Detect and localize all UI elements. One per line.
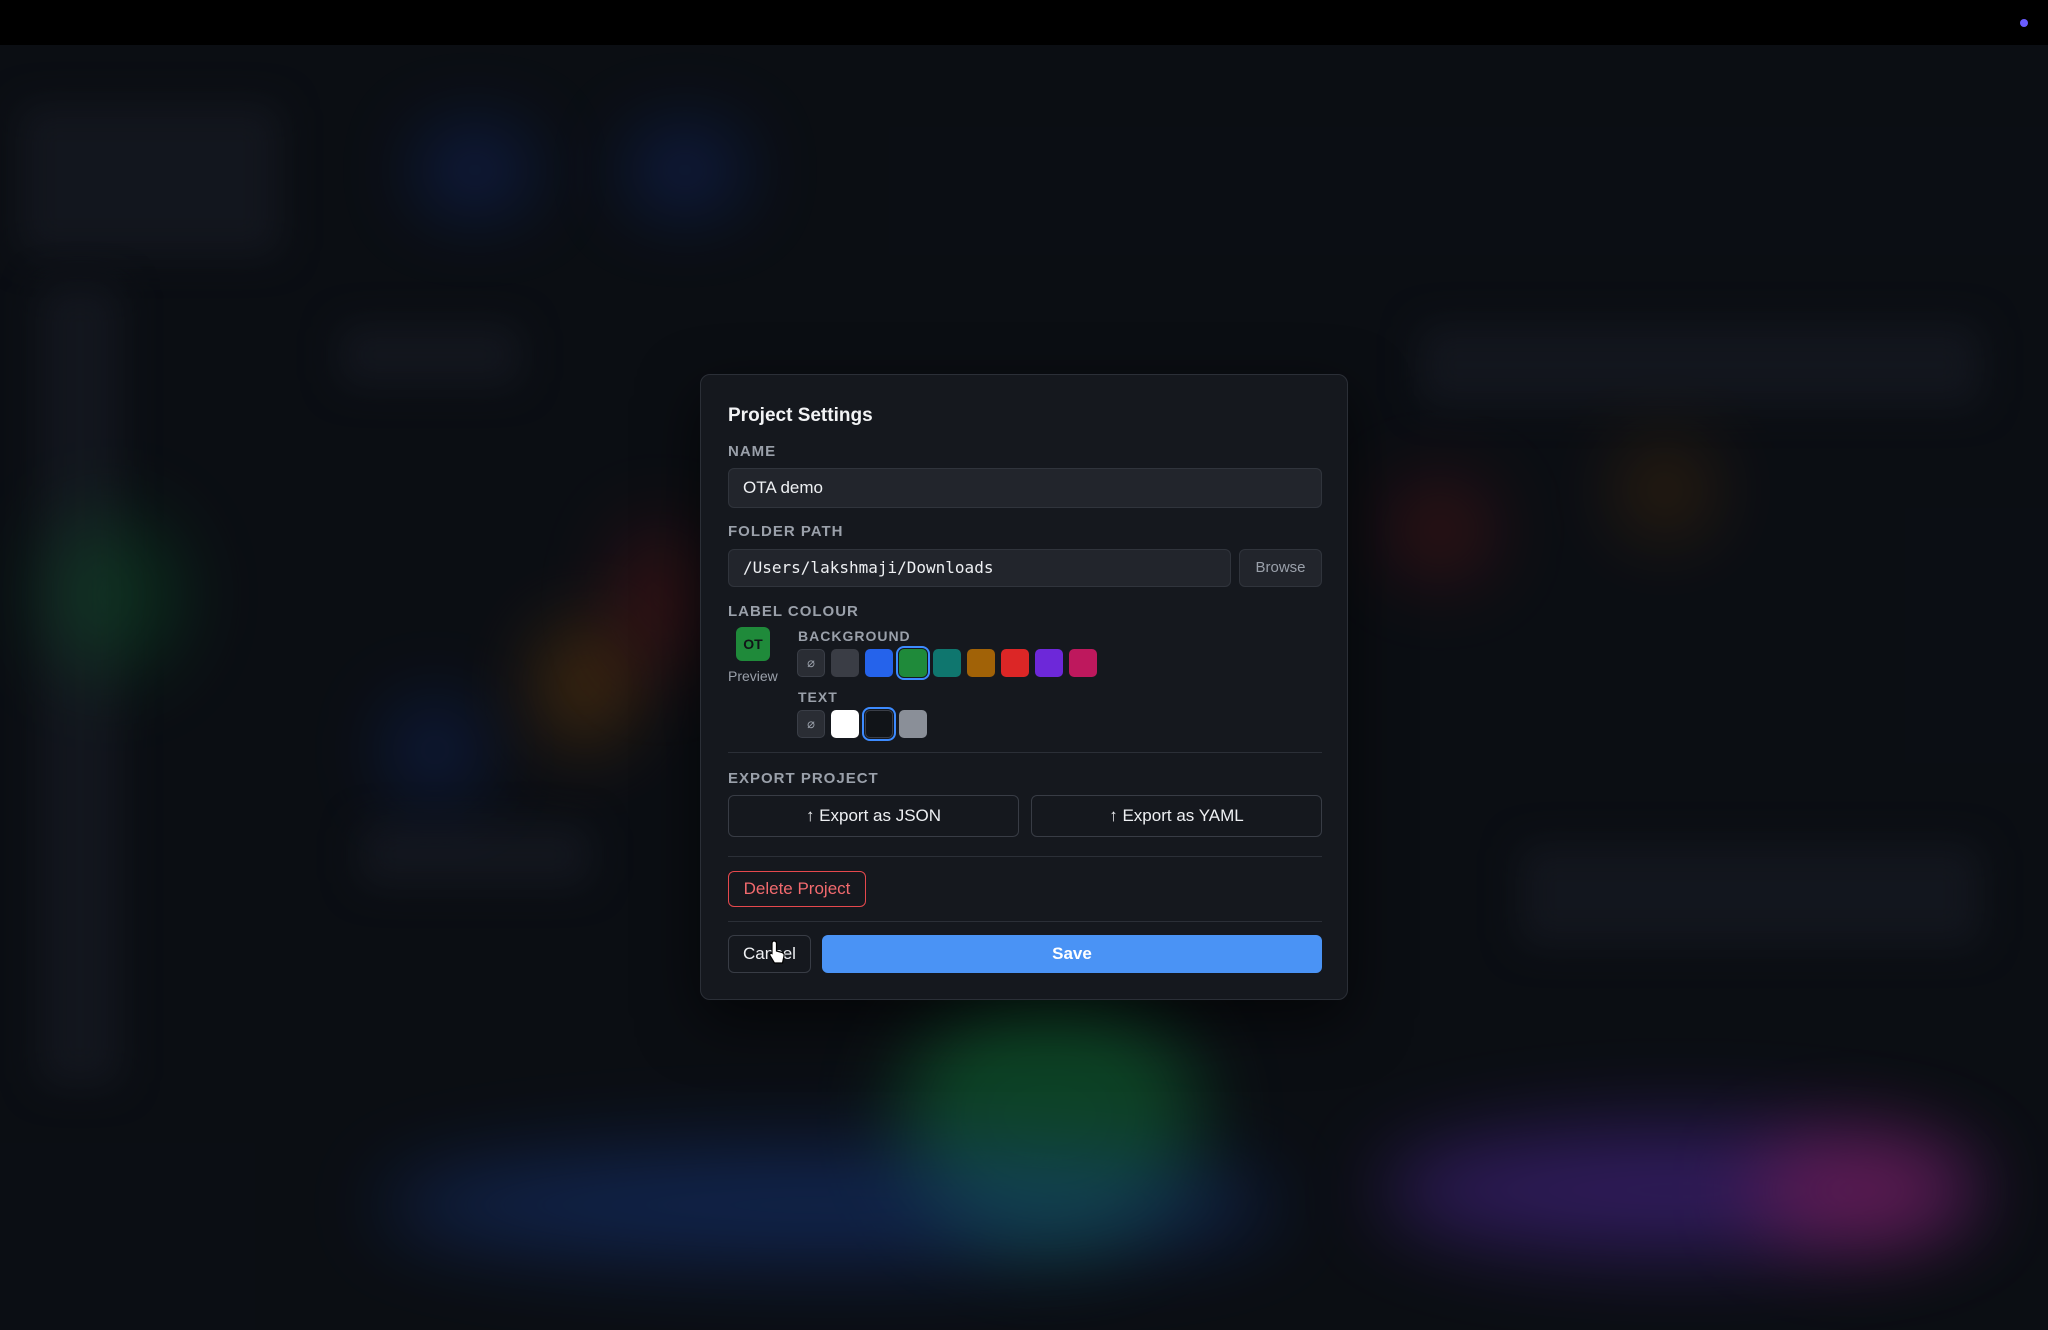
text-colour-label: TEXT <box>798 689 838 705</box>
top-bar <box>0 0 2048 45</box>
divider <box>728 856 1322 857</box>
divider <box>728 921 1322 922</box>
background-swatch-5[interactable] <box>967 649 995 677</box>
export-yaml-button[interactable]: ↑ Export as YAML <box>1031 795 1322 837</box>
background-swatch-6[interactable] <box>1001 649 1029 677</box>
mouse-cursor-icon <box>769 940 785 964</box>
project-settings-dialog: Project Settings NAME OTA demo FOLDER PA… <box>700 374 1348 1000</box>
label-preview-badge: OT <box>736 627 770 661</box>
export-json-button[interactable]: ↑ Export as JSON <box>728 795 1019 837</box>
status-dot-icon <box>2020 19 2028 27</box>
label-colour-label: LABEL COLOUR <box>728 603 859 620</box>
background-swatch-1[interactable] <box>831 649 859 677</box>
text-swatch-3[interactable] <box>899 710 927 738</box>
folder-path-label: FOLDER PATH <box>728 523 844 540</box>
background-swatch-7[interactable] <box>1035 649 1063 677</box>
name-label: NAME <box>728 443 777 460</box>
background-swatch-3[interactable] <box>896 646 930 680</box>
background-swatch-8[interactable] <box>1069 649 1097 677</box>
save-button[interactable]: Save <box>822 935 1322 973</box>
background-swatch-4[interactable] <box>933 649 961 677</box>
delete-project-button[interactable]: Delete Project <box>728 871 866 907</box>
background-label: BACKGROUND <box>798 628 911 644</box>
background-swatch-none[interactable]: ⌀ <box>797 649 825 677</box>
project-name-input[interactable]: OTA demo <box>728 468 1322 508</box>
dialog-title: Project Settings <box>728 405 873 426</box>
browse-button[interactable]: Browse <box>1239 549 1322 587</box>
divider <box>728 752 1322 753</box>
text-swatch-row: ⌀ <box>797 707 927 741</box>
text-swatch-2[interactable] <box>862 707 896 741</box>
text-swatch-1[interactable] <box>831 710 859 738</box>
background-swatch-row: ⌀ <box>797 646 1097 680</box>
export-project-label: EXPORT PROJECT <box>728 770 879 787</box>
preview-label: Preview <box>728 668 778 684</box>
text-swatch-none[interactable]: ⌀ <box>797 710 825 738</box>
background-swatch-2[interactable] <box>865 649 893 677</box>
folder-path-input[interactable]: /Users/lakshmaji/Downloads <box>728 549 1231 587</box>
